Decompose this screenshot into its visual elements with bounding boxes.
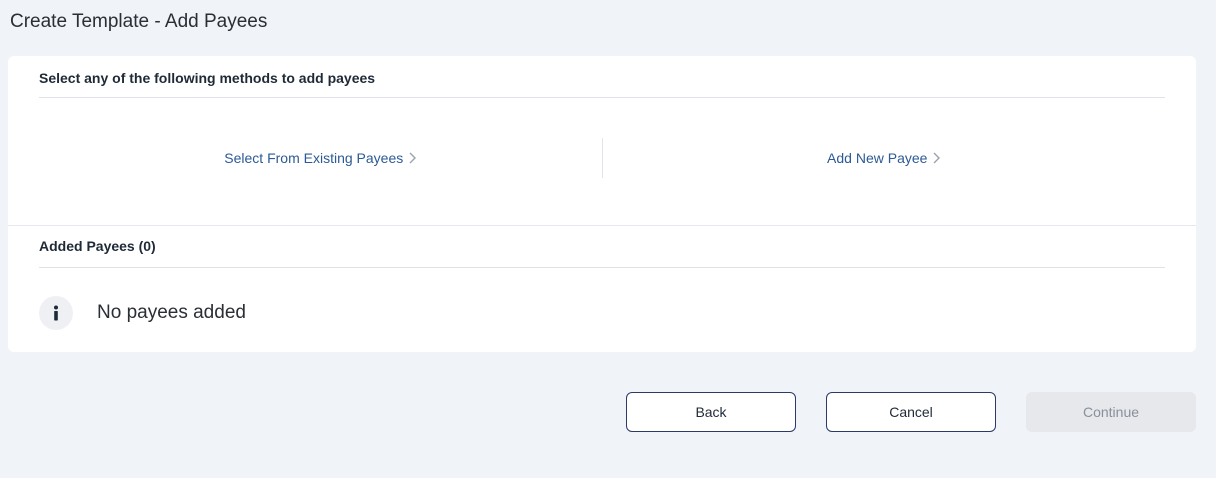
methods-heading: Select any of the following methods to a… — [39, 70, 1165, 98]
chevron-right-icon — [409, 152, 417, 164]
back-button[interactable]: Back — [626, 392, 796, 432]
card-divider — [8, 225, 1196, 226]
add-new-payee-label: Add New Payee — [827, 150, 928, 166]
empty-state: No payees added — [39, 296, 246, 330]
methods-row: Select From Existing Payees Add New Paye… — [39, 136, 1165, 180]
add-payees-card: Select any of the following methods to a… — [8, 56, 1196, 352]
continue-button[interactable]: Continue — [1026, 392, 1196, 432]
select-existing-payees-label: Select From Existing Payees — [224, 150, 404, 166]
chevron-right-icon — [933, 152, 941, 164]
add-new-payee-link[interactable]: Add New Payee — [603, 136, 1166, 180]
info-icon — [39, 296, 73, 330]
added-payees-heading: Added Payees (0) — [39, 238, 1165, 268]
empty-state-text: No payees added — [97, 302, 246, 323]
cancel-button[interactable]: Cancel — [826, 392, 996, 432]
select-existing-payees-link[interactable]: Select From Existing Payees — [39, 136, 602, 180]
page-title: Create Template - Add Payees — [10, 11, 268, 32]
